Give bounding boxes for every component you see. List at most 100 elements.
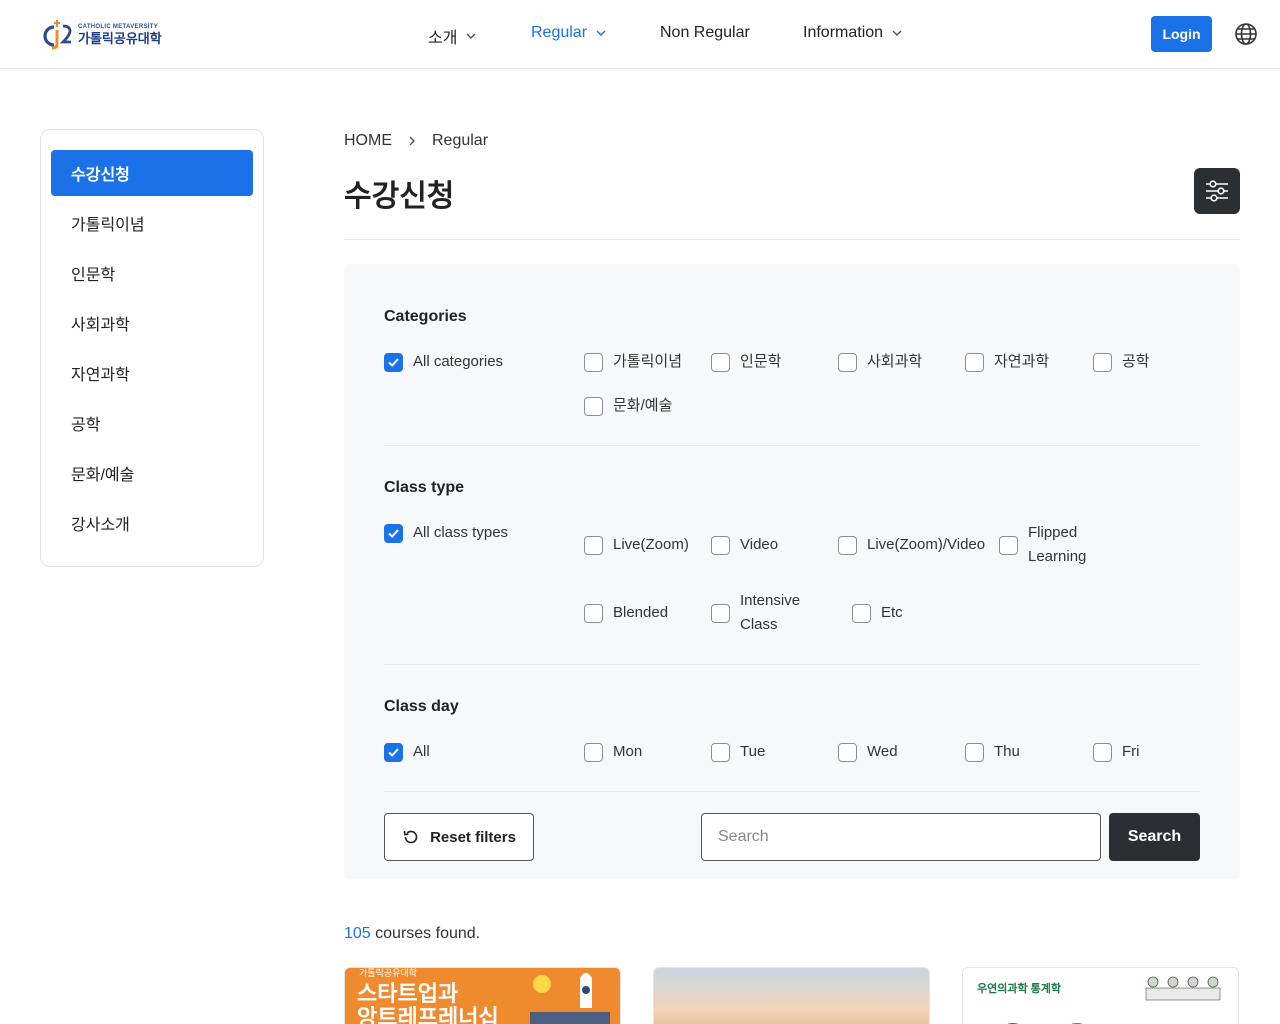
checkbox-live-zoom[interactable]: Live(Zoom) xyxy=(584,533,689,557)
checkbox-box xyxy=(838,352,857,372)
sidebar-item-instructors[interactable]: 강사소개 xyxy=(51,500,253,546)
checkbox-label: All xyxy=(413,743,430,760)
checkbox-engineering[interactable]: 공학 xyxy=(1093,350,1150,374)
login-button[interactable]: Login xyxy=(1151,16,1212,52)
sidebar-item-catholic-ideology[interactable]: 가톨릭이념 xyxy=(51,200,253,246)
results-suffix: courses found. xyxy=(370,925,481,942)
nav-item-label: 소개 xyxy=(428,30,458,47)
checkbox-label: 자연과학 xyxy=(994,353,1050,370)
nav-item-non-regular[interactable]: Non Regular xyxy=(660,24,750,42)
checkbox-label: All class types xyxy=(413,524,509,541)
checkbox-box xyxy=(584,603,603,623)
search-input[interactable] xyxy=(701,813,1101,861)
logo-name: 가톨릭공유대학 xyxy=(78,30,162,46)
search-button[interactable]: Search xyxy=(1109,813,1200,861)
nav-item-label: Non Regular xyxy=(660,24,750,41)
checkbox-label: Fri xyxy=(1122,743,1140,760)
rocket-icon xyxy=(530,973,610,1024)
checkbox-label: 문화/예술 xyxy=(613,397,673,414)
checkbox-label: Mon xyxy=(613,743,643,760)
checkbox-catholic-ideology[interactable]: 가톨릭이념 xyxy=(584,350,682,374)
checkbox-box xyxy=(965,742,984,762)
checkbox-live-zoom-video[interactable]: Live(Zoom)/Video xyxy=(838,533,985,557)
checkbox-label: Thu xyxy=(994,743,1020,760)
checkbox-checked-icon xyxy=(384,742,403,762)
sidebar-item-natural-science[interactable]: 자연과학 xyxy=(51,350,253,396)
chevron-down-icon xyxy=(466,33,476,39)
sliders-icon xyxy=(1206,180,1228,202)
checkbox-social-science[interactable]: 사회과학 xyxy=(838,350,922,374)
checkbox-flipped-learning[interactable]: Flipped Learning xyxy=(999,521,1098,569)
page-title: 수강신청 xyxy=(344,180,455,213)
checkbox-intensive-class[interactable]: Intensive Class xyxy=(711,589,810,637)
checkbox-thu[interactable]: Thu xyxy=(965,740,1020,764)
checkbox-label: Live(Zoom) xyxy=(613,536,689,553)
checkbox-all-categories[interactable]: All categories xyxy=(384,350,503,374)
nav-item-intro[interactable]: 소개 xyxy=(428,24,477,48)
checkbox-box xyxy=(838,535,857,555)
checkbox-video[interactable]: Video xyxy=(711,533,778,557)
checkbox-mon[interactable]: Mon xyxy=(584,740,642,764)
course-card[interactable] xyxy=(653,967,930,1024)
checkbox-humanities[interactable]: 인문학 xyxy=(711,350,781,374)
filter-toggle-button[interactable] xyxy=(1194,168,1240,214)
checkbox-box xyxy=(584,535,603,555)
reset-filters-label: Reset filters xyxy=(430,828,516,846)
checkbox-label: Video xyxy=(740,536,779,553)
course-card[interactable]: 가톨릭공유대학 스타트업과 앙트레프레너십 xyxy=(344,967,621,1024)
sidebar-item-registration[interactable]: 수강신청 xyxy=(51,150,253,196)
checkbox-all-class-types[interactable]: All class types xyxy=(384,521,508,545)
categories-title: Categories xyxy=(384,308,467,325)
results-count-text: 105 courses found. xyxy=(344,925,480,943)
card-title-line: 앙트레프레너십 xyxy=(357,1005,499,1024)
checkbox-box xyxy=(965,352,984,372)
checkbox-all-days[interactable]: All xyxy=(384,740,430,764)
checkbox-label: 가톨릭이념 xyxy=(613,353,683,370)
checkbox-natural-science[interactable]: 자연과학 xyxy=(965,350,1049,374)
sidebar-item-engineering[interactable]: 공학 xyxy=(51,400,253,446)
checkbox-box xyxy=(711,742,730,762)
logo-mark-icon xyxy=(40,18,74,50)
checkbox-label: Etc xyxy=(881,604,903,621)
card-title: 우연의과학 통계학 xyxy=(977,983,1062,995)
chevron-down-icon xyxy=(892,30,902,36)
checkbox-box xyxy=(584,352,603,372)
site-header: CATHOLIC METAVERSITY 가톨릭공유대학 소개 Regular … xyxy=(0,0,1280,69)
class-day-title: Class day xyxy=(384,698,459,715)
site-logo[interactable]: CATHOLIC METAVERSITY 가톨릭공유대학 xyxy=(40,18,162,50)
checkbox-wed[interactable]: Wed xyxy=(838,740,898,764)
sidebar-item-humanities[interactable]: 인문학 xyxy=(51,250,253,296)
sidebar: 수강신청 가톨릭이념 인문학 사회과학 자연과학 공학 문화/예술 강사소개 xyxy=(40,129,264,567)
card-title: 스타트업과 앙트레프레너십 xyxy=(357,982,499,1024)
checkbox-checked-icon xyxy=(384,523,403,543)
nav-item-information[interactable]: Information xyxy=(803,24,903,42)
checkbox-blended[interactable]: Blended xyxy=(584,601,668,625)
checkbox-etc[interactable]: Etc xyxy=(852,601,903,625)
sidebar-item-culture-arts[interactable]: 문화/예술 xyxy=(51,450,253,496)
section-divider xyxy=(384,791,1200,792)
reset-icon xyxy=(403,830,418,844)
checkbox-label: Intensive Class xyxy=(740,592,801,633)
checkbox-fri[interactable]: Fri xyxy=(1093,740,1140,764)
checkbox-box xyxy=(711,352,730,372)
breadcrumb: HOME Regular xyxy=(344,132,488,150)
checkbox-culture-arts[interactable]: 문화/예술 xyxy=(584,394,672,418)
checkbox-box xyxy=(852,603,871,623)
nav-item-regular[interactable]: Regular xyxy=(531,24,607,42)
title-divider xyxy=(344,239,1240,240)
checkbox-tue[interactable]: Tue xyxy=(711,740,765,764)
course-card[interactable]: 우연의과학 통계학 xyxy=(962,967,1239,1024)
checkbox-label: Live(Zoom)/Video xyxy=(867,536,986,553)
reset-filters-button[interactable]: Reset filters xyxy=(384,813,534,861)
checkbox-label: Flipped Learning xyxy=(1028,524,1087,565)
class-type-title: Class type xyxy=(384,479,465,496)
sidebar-item-social-science[interactable]: 사회과학 xyxy=(51,300,253,346)
checkbox-box xyxy=(711,603,730,623)
section-divider xyxy=(384,445,1200,446)
breadcrumb-home[interactable]: HOME xyxy=(344,132,392,150)
checkbox-box xyxy=(1093,352,1112,372)
checkbox-label: 인문학 xyxy=(740,353,782,370)
checkbox-box xyxy=(584,396,603,416)
globe-icon[interactable] xyxy=(1234,22,1258,46)
section-divider xyxy=(384,664,1200,665)
